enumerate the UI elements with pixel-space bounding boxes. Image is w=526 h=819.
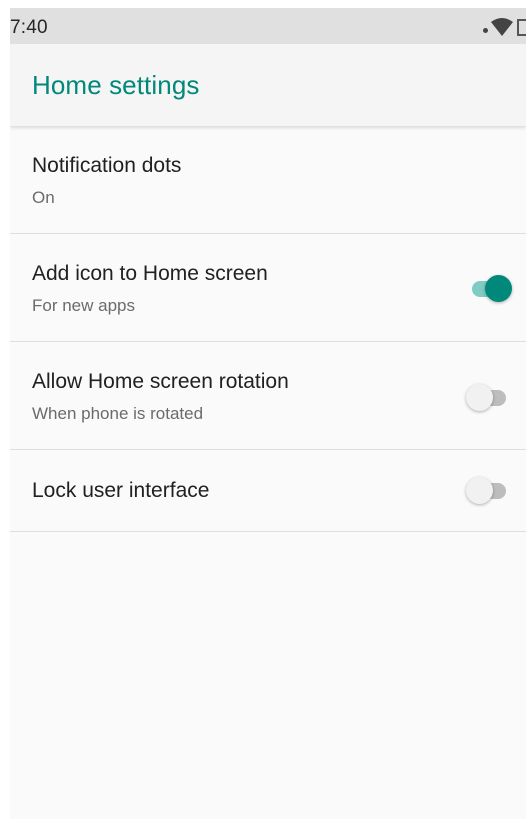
setting-title: Notification dots	[32, 154, 182, 177]
switch-thumb	[466, 384, 493, 411]
setting-title: Lock user interface	[32, 479, 210, 502]
lock-ui-toggle-switch[interactable]	[466, 476, 512, 506]
battery-icon	[517, 18, 526, 36]
switch-thumb	[485, 275, 512, 302]
setting-add-icon-to-home-screen[interactable]: Add icon to Home screen For new apps	[10, 234, 526, 342]
device-screen: 7:40 Home settings Notification dots On	[10, 8, 526, 819]
status-bar: 7:40	[10, 8, 526, 44]
wifi-icon	[491, 18, 513, 36]
add-icon-toggle-switch[interactable]	[466, 274, 512, 304]
setting-notification-dots[interactable]: Notification dots On	[10, 126, 526, 234]
setting-summary: When phone is rotated	[32, 404, 204, 423]
setting-title: Allow Home screen rotation	[32, 370, 289, 393]
setting-summary: On	[32, 188, 55, 207]
setting-lock-user-interface[interactable]: Lock user interface	[10, 450, 526, 532]
settings-list: Notification dots On Add icon to Home sc…	[10, 126, 526, 532]
switch-thumb	[466, 477, 493, 504]
status-time: 7:40	[10, 17, 48, 38]
setting-summary: For new apps	[32, 296, 135, 315]
setting-allow-home-screen-rotation[interactable]: Allow Home screen rotation When phone is…	[10, 342, 526, 450]
signal-icon	[483, 27, 488, 33]
app-bar: Home settings	[10, 44, 526, 126]
setting-title: Add icon to Home screen	[32, 262, 268, 285]
rotation-toggle-switch[interactable]	[466, 383, 512, 413]
status-icons	[483, 17, 526, 37]
screen: 7:40 Home settings Notification dots On	[0, 0, 526, 819]
page-title: Home settings	[32, 70, 200, 100]
